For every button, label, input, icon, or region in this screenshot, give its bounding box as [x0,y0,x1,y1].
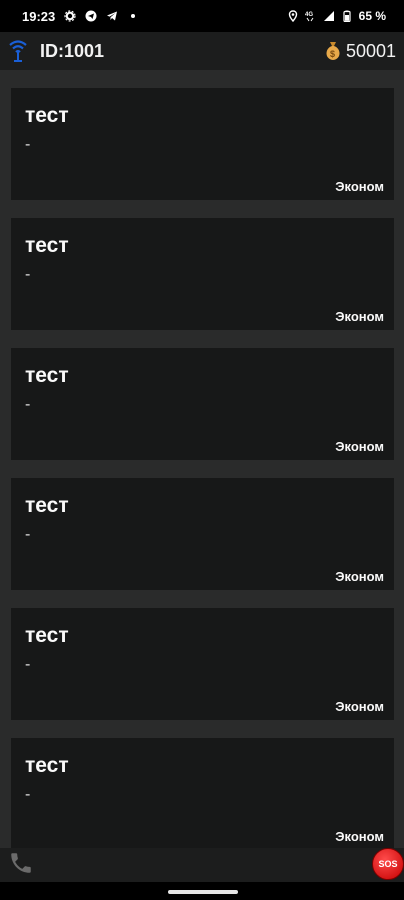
order-tariff: Эконом [335,699,384,714]
bottom-bar [0,848,404,882]
wifi-signal-icon[interactable] [8,39,28,63]
order-title: тест [25,364,69,387]
order-title: тест [25,754,69,777]
order-subtitle: - [25,136,31,153]
phone-icon [8,850,34,881]
svg-text:4G: 4G [305,12,313,18]
location-icon [287,10,299,22]
app-bar: ID:1001 $ 50001 [0,32,404,70]
order-subtitle: - [25,526,31,543]
order-tariff: Эконом [335,439,384,454]
order-subtitle: - [25,656,31,673]
status-left: 19:23 [22,9,139,24]
order-card[interactable]: тест - Эконом [11,608,394,720]
battery-icon [341,10,353,22]
telegram-circle-icon [85,10,97,22]
settings-icon [64,10,76,22]
status-time: 19:23 [22,8,56,24]
order-title: тест [25,624,69,647]
order-card[interactable]: тест - Эконом [11,88,394,200]
driver-id: ID:1001 [40,40,105,61]
balance-value: 50001 [345,40,396,61]
status-right: 4G 65 % [287,9,386,23]
home-gesture-handle[interactable] [168,890,238,894]
order-tariff: Эконом [335,569,384,584]
status-bar: 19:23 4G 65 % [0,0,404,32]
order-card[interactable]: тест - Эконом [11,478,394,590]
order-card[interactable]: тест - Эконом [11,218,394,330]
dot-icon [127,10,139,22]
battery-percent: 65 % [358,9,386,23]
order-tariff: Эконом [335,829,384,844]
order-tariff: Эконом [335,179,384,194]
signal-icon [323,10,335,22]
order-title: тест [25,494,69,517]
balance[interactable]: $ 50001 [322,39,396,63]
order-subtitle: - [25,396,31,413]
order-title: тест [25,104,69,127]
sos-button[interactable]: SOS [372,848,404,880]
network-icon: 4G [305,10,317,22]
order-card[interactable]: тест - Эконом [11,738,394,848]
order-card[interactable]: тест - Эконом [11,348,394,460]
telegram-icon [106,10,118,22]
order-subtitle: - [25,786,31,803]
svg-text:$: $ [330,49,335,59]
order-tariff: Эконом [335,309,384,324]
order-subtitle: - [25,266,31,283]
order-title: тест [25,234,69,257]
phone-button[interactable] [6,850,36,880]
orders-list[interactable]: тест - Эконом тест - Эконом тест - Эконо… [0,70,404,848]
moneybag-icon: $ [322,39,344,63]
